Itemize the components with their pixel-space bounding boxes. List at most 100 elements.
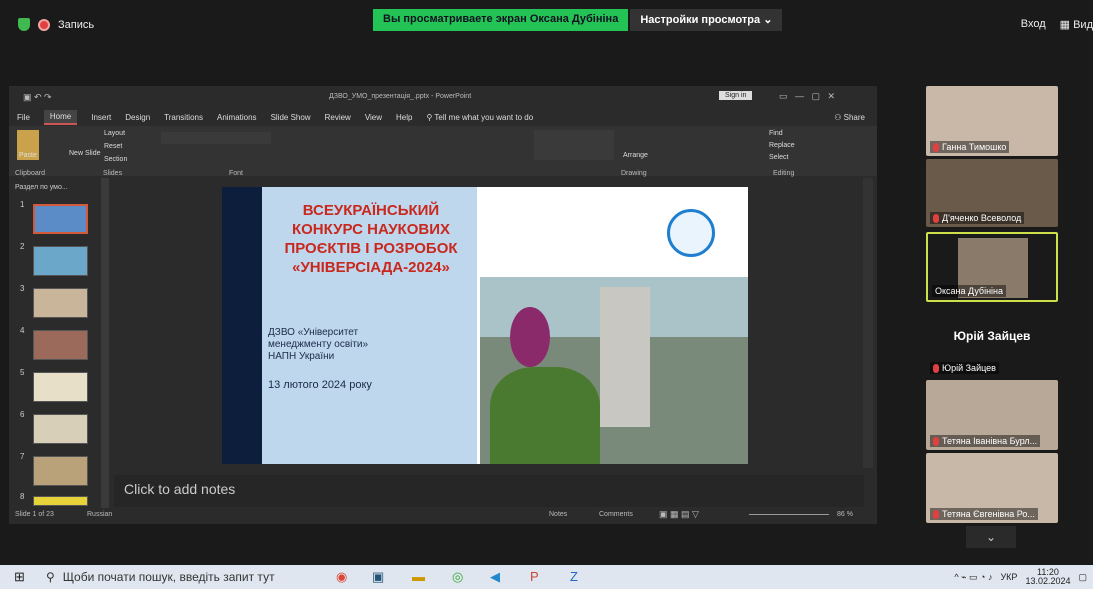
- app-icon-vivaldi[interactable]: ◉: [336, 569, 347, 585]
- tray-icons[interactable]: ^ ⌁ ▭ ◔ ♪: [954, 572, 992, 583]
- thumb-number: 8: [20, 492, 25, 501]
- slide-thumbnail[interactable]: [33, 330, 88, 360]
- participant-tile[interactable]: Тетяна Іванівна Бурл...: [926, 380, 1058, 450]
- slide-counter: Slide 1 of 23: [15, 511, 54, 518]
- tab-home[interactable]: Home: [43, 109, 78, 125]
- shapes-gallery[interactable]: [534, 130, 614, 160]
- zoom-level[interactable]: 86 %: [837, 511, 853, 518]
- comments-toggle[interactable]: Comments: [599, 511, 633, 518]
- view-buttons[interactable]: ▣ ▦ ▤ ▽: [659, 509, 699, 520]
- search-icon: ⚲: [46, 570, 55, 584]
- select-button[interactable]: Select: [769, 154, 788, 161]
- new-slide-button[interactable]: New Slide: [69, 150, 101, 157]
- slide-thumbnail[interactable]: [33, 496, 88, 506]
- participant-label: Юрій Зайцев: [930, 362, 999, 374]
- thumbnail-scrollbar[interactable]: [101, 178, 109, 508]
- view-label: Вид: [1073, 19, 1093, 31]
- app-icon-telegram[interactable]: ◀: [490, 569, 500, 585]
- slide-thumbnail[interactable]: [33, 456, 88, 486]
- university-logo: [667, 209, 715, 257]
- app-icon-powerpoint[interactable]: P: [530, 569, 539, 584]
- tab-view[interactable]: View: [365, 113, 382, 122]
- slide-thumbnail[interactable]: [33, 372, 88, 402]
- participant-name: Д'яченко Всеволод: [942, 213, 1022, 223]
- thumb-number: 6: [20, 410, 25, 419]
- participant-tile[interactable]: Юрій Зайцев Юрій Зайцев: [926, 307, 1058, 377]
- replace-button[interactable]: Replace: [769, 142, 795, 149]
- gallery-down-arrow-icon[interactable]: ⌄: [966, 526, 1016, 548]
- tab-transitions[interactable]: Transitions: [164, 113, 203, 122]
- notifications-icon[interactable]: ▢: [1078, 572, 1087, 583]
- windows-start-icon[interactable]: ⊞: [14, 569, 25, 585]
- participant-big-name: Юрій Зайцев: [953, 329, 1031, 343]
- windows-taskbar: ⊞ ⚲ Щоби почати пошук, введіть запит тут…: [0, 565, 1093, 589]
- login-link[interactable]: Вход: [1021, 18, 1046, 31]
- tell-me-box[interactable]: ⚲ Tell me what you want to do: [426, 113, 533, 122]
- slide-photo: [480, 277, 748, 464]
- system-tray: ^ ⌁ ▭ ◔ ♪ УКР 11:20 13.02.2024 ▢: [954, 568, 1087, 586]
- find-button[interactable]: Find: [769, 130, 783, 137]
- slide-title: ВСЕУКРАЇНСЬКИЙ КОНКУРС НАУКОВИХ ПРОЄКТІВ…: [266, 201, 476, 277]
- language-status[interactable]: Russian: [87, 511, 112, 518]
- participant-tile[interactable]: Тетяна Євгенівна Ро...: [926, 453, 1058, 523]
- slide-thumbnail[interactable]: [33, 246, 88, 276]
- participant-name: Оксана Дубініна: [935, 286, 1004, 296]
- canvas-scrollbar[interactable]: [863, 178, 873, 468]
- record-icon: [38, 18, 50, 31]
- save-icon[interactable]: ▣ ↶ ↷: [23, 92, 52, 103]
- tab-help[interactable]: Help: [396, 113, 412, 122]
- slide-date: 13 лютого 2024 року: [268, 379, 372, 391]
- share-button[interactable]: ⚇ Share: [834, 113, 865, 122]
- taskbar-search[interactable]: ⚲ Щоби почати пошук, введіть запит тут: [46, 567, 316, 587]
- app-icon-chrome[interactable]: ◎: [452, 569, 463, 585]
- layout-button[interactable]: Layout: [104, 130, 125, 137]
- window-controls[interactable]: ▭ — ▢ ✕: [779, 91, 835, 102]
- photo-lilac-flower: [510, 307, 550, 367]
- participant-label: Д'яченко Всеволод: [930, 212, 1025, 224]
- view-menu[interactable]: ▦ Вид: [1060, 18, 1093, 31]
- slide-thumbnail[interactable]: [33, 288, 88, 318]
- notes-pane[interactable]: Click to add notes: [114, 475, 864, 507]
- tab-animations[interactable]: Animations: [217, 113, 257, 122]
- app-icon-zoom[interactable]: Z: [570, 569, 578, 584]
- slide-org: ДЗВО «Університет менеджменту освіти» НА…: [268, 327, 368, 363]
- app-icon-explorer[interactable]: ▬: [412, 569, 425, 584]
- tray-language[interactable]: УКР: [1000, 572, 1017, 582]
- participant-tile-active[interactable]: Оксана Дубініна: [926, 232, 1058, 302]
- slide-thumbnail[interactable]: [33, 204, 88, 234]
- tray-clock[interactable]: 11:20 13.02.2024: [1025, 568, 1070, 586]
- sign-in-button[interactable]: Sign in: [719, 91, 753, 100]
- app-icon-save[interactable]: ▣: [372, 569, 384, 585]
- slide-thumbnail[interactable]: [33, 414, 88, 444]
- participant-tile[interactable]: Д'яченко Всеволод: [926, 159, 1058, 227]
- section-label[interactable]: Раздел по умо...: [15, 184, 68, 191]
- notes-placeholder: Click to add notes: [124, 481, 236, 497]
- participant-tile[interactable]: Ганна Тимошко: [926, 86, 1058, 156]
- tab-file[interactable]: File: [17, 113, 30, 122]
- notes-toggle[interactable]: Notes: [549, 511, 567, 518]
- tab-design[interactable]: Design: [125, 113, 150, 122]
- group-drawing: Drawing: [621, 170, 647, 177]
- font-name-box[interactable]: [161, 132, 271, 144]
- tab-review[interactable]: Review: [325, 113, 351, 122]
- status-bar: Slide 1 of 23 Russian Notes Comments ▣ ▦…: [9, 508, 877, 522]
- view-options-button[interactable]: Настройки просмотра ⌄: [630, 9, 783, 31]
- slide-thumbnails-panel: Раздел по умо... 1 2 3 4 5 6 7 8: [9, 178, 113, 508]
- participant-name: Ганна Тимошко: [942, 142, 1007, 152]
- ribbon-tabs: File Home Insert Design Transitions Anim…: [9, 108, 877, 126]
- zoom-slider[interactable]: [749, 514, 829, 515]
- tab-insert[interactable]: Insert: [91, 113, 111, 122]
- participant-label: Тетяна Євгенівна Ро...: [930, 508, 1038, 520]
- tell-me-label: Tell me what you want to do: [434, 112, 534, 122]
- reset-button[interactable]: Reset: [104, 143, 122, 150]
- thumb-number: 4: [20, 326, 25, 335]
- section-button[interactable]: Section: [104, 156, 127, 163]
- recording-indicator[interactable]: Запись: [18, 18, 94, 31]
- slide[interactable]: ВСЕУКРАЇНСЬКИЙ КОНКУРС НАУКОВИХ ПРОЄКТІВ…: [222, 187, 748, 464]
- participant-name: Тетяна Євгенівна Ро...: [942, 509, 1035, 519]
- window-title: ДЗВО_УМО_презентація_.pptx - PowerPoint: [329, 93, 472, 100]
- zoom-top-bar: Запись Вы просматриваете экран Оксана Ду…: [0, 0, 1093, 80]
- search-placeholder: Щоби почати пошук, введіть запит тут: [62, 570, 275, 584]
- tab-slide-show[interactable]: Slide Show: [271, 113, 311, 122]
- arrange-button[interactable]: Arrange: [623, 152, 648, 159]
